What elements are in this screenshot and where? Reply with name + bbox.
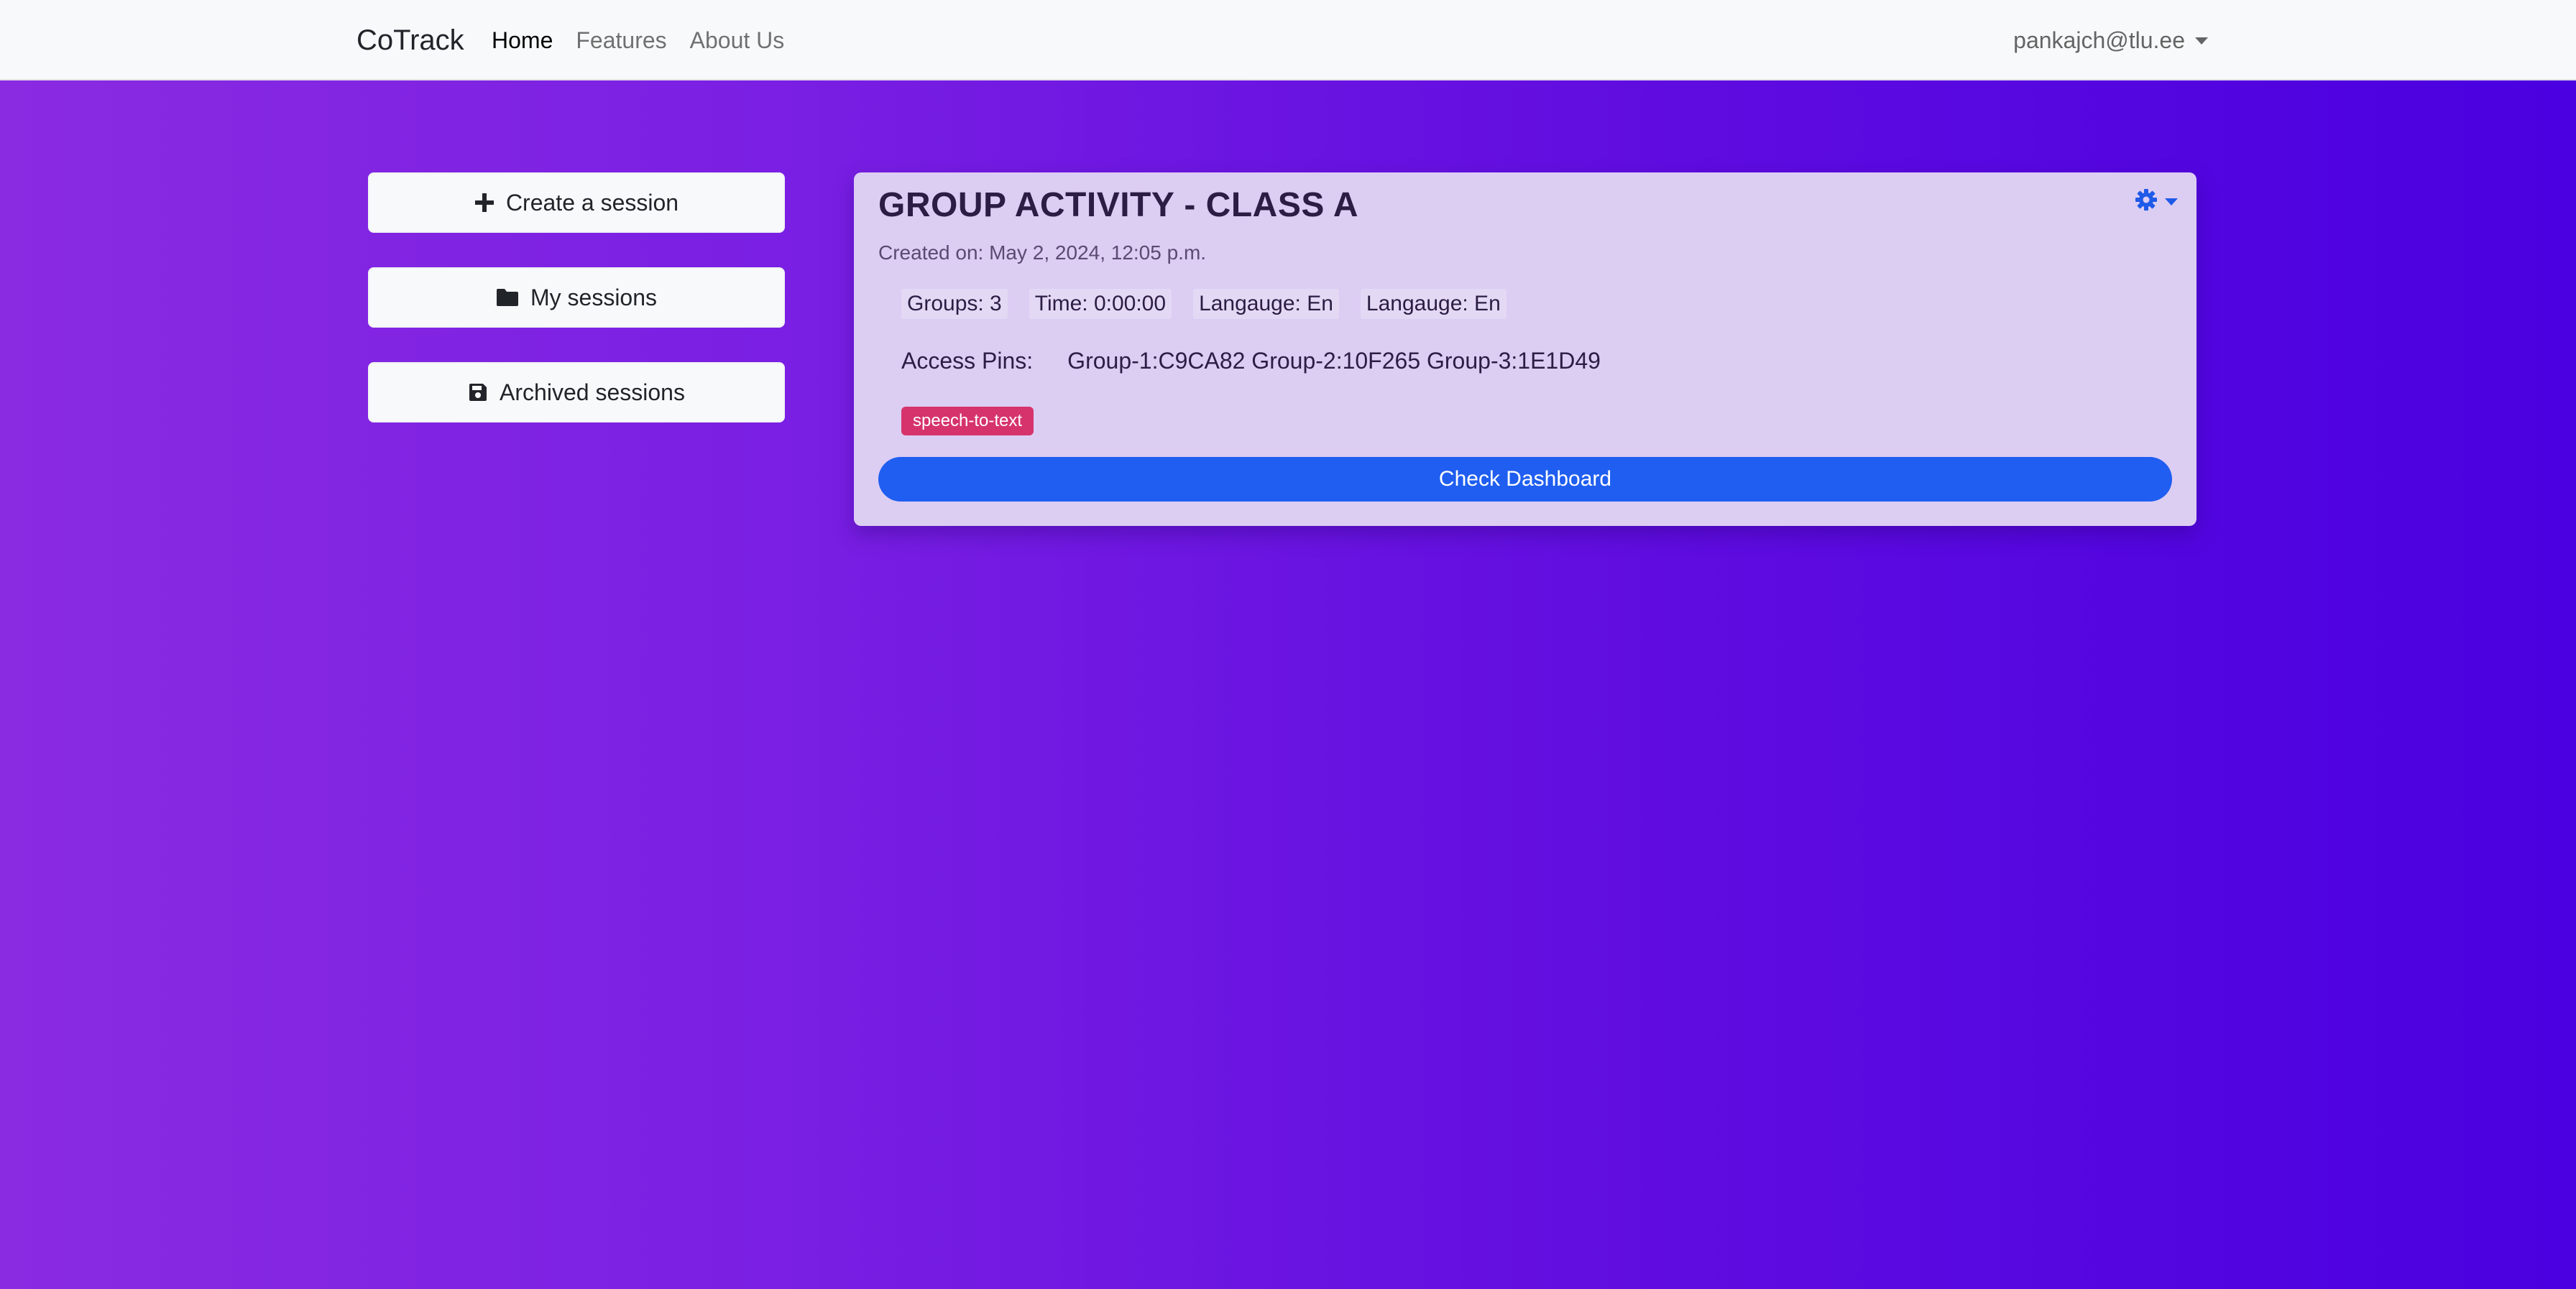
created-date: Created on: May 2, 2024, 12:05 p.m. <box>878 241 1207 264</box>
brand-logo[interactable]: CoTrack <box>356 19 464 62</box>
create-session-label: Create a session <box>505 189 679 216</box>
user-menu-dropdown[interactable]: pankajch@tlu.ee <box>2013 22 2208 59</box>
create-session-button[interactable]: Create a session <box>368 172 785 233</box>
nav-link-about[interactable]: About Us <box>690 22 785 59</box>
check-dashboard-button[interactable]: Check Dashboard <box>878 457 2172 502</box>
settings-dropdown[interactable] <box>2135 188 2178 215</box>
gear-icon <box>2135 188 2158 215</box>
access-pins-label: Access Pins: <box>901 348 1034 374</box>
plus-icon <box>474 193 494 213</box>
save-icon <box>468 382 488 402</box>
groups-count: Groups: 3 <box>901 289 1008 319</box>
access-pins-values: Group-1:C9CA82 Group-2:10F265 Group-3:1E… <box>1067 348 1601 374</box>
my-sessions-button[interactable]: My sessions <box>368 267 785 328</box>
nav-links: Home Features About Us <box>492 22 784 59</box>
session-meta: Groups: 3 Time: 0:00:00 Langauge: En Lan… <box>901 289 1506 319</box>
my-sessions-label: My sessions <box>530 284 658 310</box>
session-card: GROUP ACTIVITY - CLASS A Created on: May… <box>854 172 2196 526</box>
folder-icon <box>496 287 519 308</box>
top-navbar: CoTrack Home Features About Us pankajch@… <box>0 0 2576 80</box>
chevron-down-icon <box>2195 37 2208 45</box>
nav-link-features[interactable]: Features <box>576 22 666 59</box>
session-language-2: Langauge: En <box>1360 289 1506 319</box>
session-language: Langauge: En <box>1193 289 1339 319</box>
session-title: GROUP ACTIVITY - CLASS A <box>878 186 1359 224</box>
access-pins: Access Pins: Group-1:C9CA82 Group-2:10F2… <box>901 348 1601 374</box>
session-time: Time: 0:00:00 <box>1029 289 1172 319</box>
archived-sessions-button[interactable]: Archived sessions <box>368 362 785 422</box>
nav-link-home[interactable]: Home <box>492 22 553 59</box>
archived-sessions-label: Archived sessions <box>500 379 685 405</box>
feature-badge: speech-to-text <box>901 407 1034 435</box>
user-email: pankajch@tlu.ee <box>2013 27 2185 53</box>
chevron-down-icon <box>2165 198 2178 205</box>
